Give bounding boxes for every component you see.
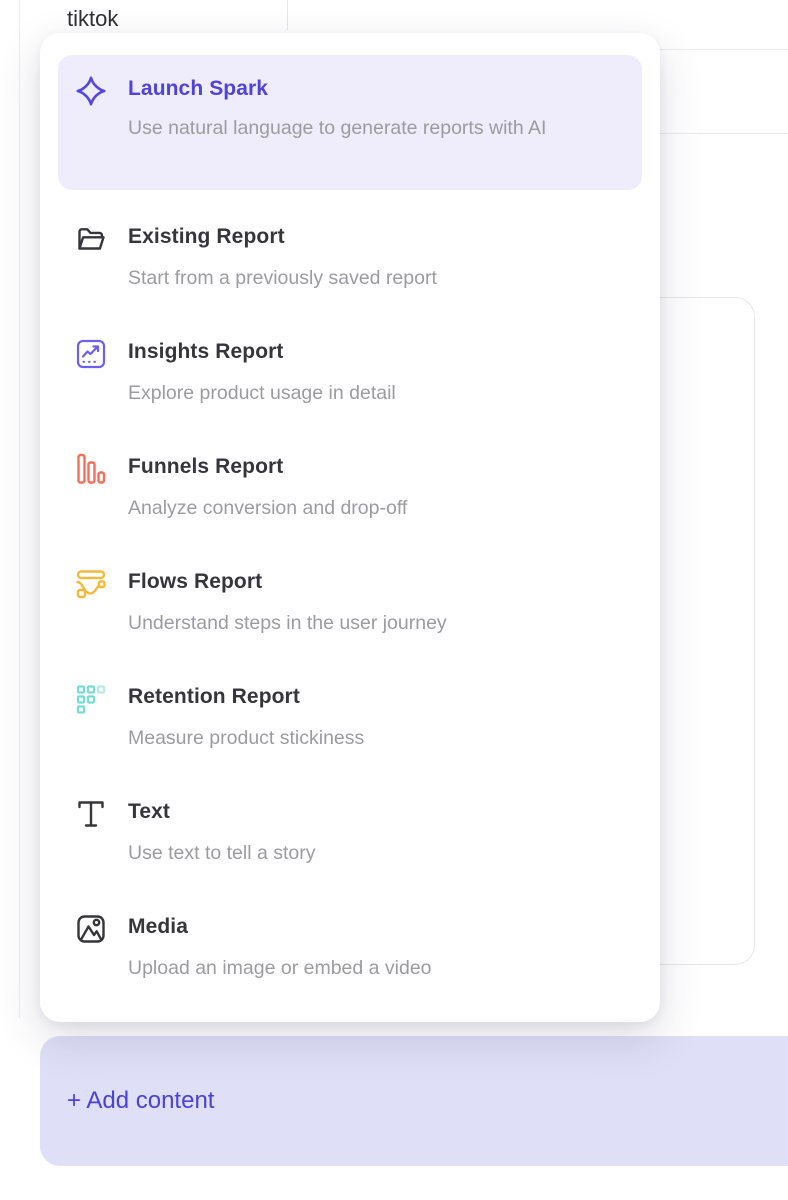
add-content-button[interactable]: + Add content (40, 1036, 788, 1166)
menu-item-title: Retention Report (128, 683, 364, 711)
add-content-menu-list: Launch Spark Use natural language to gen… (40, 33, 660, 981)
retention-grid-icon (75, 683, 107, 715)
menu-item-title: Insights Report (128, 338, 396, 366)
menu-item-flows-report[interactable]: Flows Report Understand steps in the use… (58, 568, 642, 636)
menu-item-retention-report[interactable]: Retention Report Measure product stickin… (58, 683, 642, 751)
menu-item-title: Media (128, 913, 432, 941)
menu-item-title: Funnels Report (128, 453, 407, 481)
menu-item-insights-report[interactable]: Insights Report Explore product usage in… (58, 338, 642, 406)
funnels-bars-icon (75, 453, 107, 485)
spark-icon (75, 75, 107, 107)
menu-item-title: Existing Report (128, 223, 437, 251)
menu-item-description: Use natural language to generate reports… (128, 113, 546, 143)
menu-item-description: Measure product stickiness (128, 724, 364, 752)
add-content-button-label: + Add content (67, 1087, 214, 1115)
menu-item-text[interactable]: Text Use text to tell a story (58, 798, 642, 866)
menu-item-funnels-report[interactable]: Funnels Report Analyze conversion and dr… (58, 453, 642, 521)
menu-item-title: Text (128, 798, 316, 826)
background-card-left-border (19, 0, 20, 1018)
menu-item-existing-report[interactable]: Existing Report Start from a previously … (58, 223, 642, 291)
background-row-border (655, 133, 788, 134)
menu-item-description: Start from a previously saved report (128, 264, 437, 292)
flows-icon (75, 568, 107, 600)
add-content-menu: Launch Spark Use natural language to gen… (40, 33, 660, 1022)
background-card-divider (287, 0, 288, 30)
background-card-title: tiktok (67, 6, 118, 32)
menu-item-description: Understand steps in the user journey (128, 609, 447, 637)
insights-chart-icon (75, 338, 107, 370)
menu-item-description: Use text to tell a story (128, 839, 316, 867)
media-image-icon (75, 913, 107, 945)
menu-item-description: Analyze conversion and drop-off (128, 494, 407, 522)
menu-item-title: Launch Spark (128, 75, 546, 103)
menu-item-description: Upload an image or embed a video (128, 954, 432, 982)
text-icon (75, 798, 107, 830)
background-row-border (655, 49, 788, 50)
menu-item-launch-spark[interactable]: Launch Spark Use natural language to gen… (58, 55, 642, 190)
menu-item-title: Flows Report (128, 568, 447, 596)
menu-item-media[interactable]: Media Upload an image or embed a video (58, 913, 642, 981)
menu-item-description: Explore product usage in detail (128, 379, 396, 407)
folder-icon (75, 223, 107, 255)
